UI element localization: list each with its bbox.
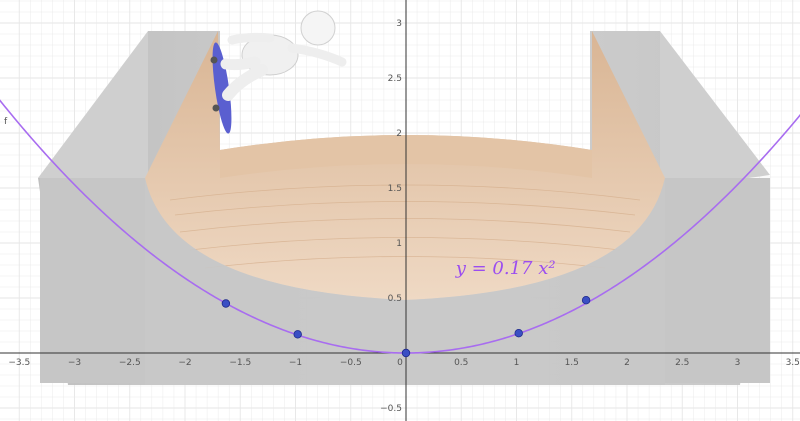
half-pipe-ramp-image (38, 31, 770, 385)
y-tick-label: 2 (396, 129, 402, 139)
point-marker[interactable] (401, 348, 411, 358)
y-tick-label: 1 (396, 239, 402, 249)
x-tick-label: 0.5 (454, 358, 468, 368)
x-tick-label: 1 (514, 358, 520, 368)
x-tick-label: −2.5 (119, 358, 141, 368)
x-tick-label: 3 (735, 358, 741, 368)
y-tick-label: 0.5 (388, 294, 402, 304)
origin-tick-label: 0 (397, 358, 403, 368)
x-tick-label: 1.5 (565, 358, 579, 368)
x-tick-label: −0.5 (340, 358, 362, 368)
point-marker[interactable] (581, 296, 591, 305)
equation-label: y = 0.17 x² (455, 258, 556, 279)
x-tick-label: 2.5 (675, 358, 689, 368)
skateboarder-figure (210, 10, 347, 134)
x-tick-label: −1.5 (229, 358, 251, 368)
y-tick-label: −0.5 (380, 404, 402, 414)
x-tick-label: −3 (68, 358, 81, 368)
y-tick-label: 3 (396, 19, 402, 29)
point-marker[interactable] (514, 329, 523, 338)
x-tick-label: −2 (178, 358, 191, 368)
x-tick-label: −1 (289, 358, 302, 368)
y-tick-label: 1.5 (388, 184, 402, 194)
x-tick-label: 3.5 (786, 358, 800, 368)
graph-stage[interactable]: −3.5 −3 −2.5 −2 −1.5 −1 −0.5 0.5 1 1.5 2 2.5 3 3.5 0 −0… (0, 0, 800, 421)
graph-canvas[interactable]: −3.5 −3 −2.5 −2 −1.5 −1 −0.5 0.5 1 1.5 2 2.5 3 3.5 0 −0… (0, 0, 800, 421)
x-tick-label: 2 (624, 358, 630, 368)
y-tick-label: 2.5 (388, 74, 402, 84)
point-marker[interactable] (293, 330, 302, 339)
x-tick-label: −3.5 (8, 358, 30, 368)
point-marker[interactable] (221, 299, 231, 308)
